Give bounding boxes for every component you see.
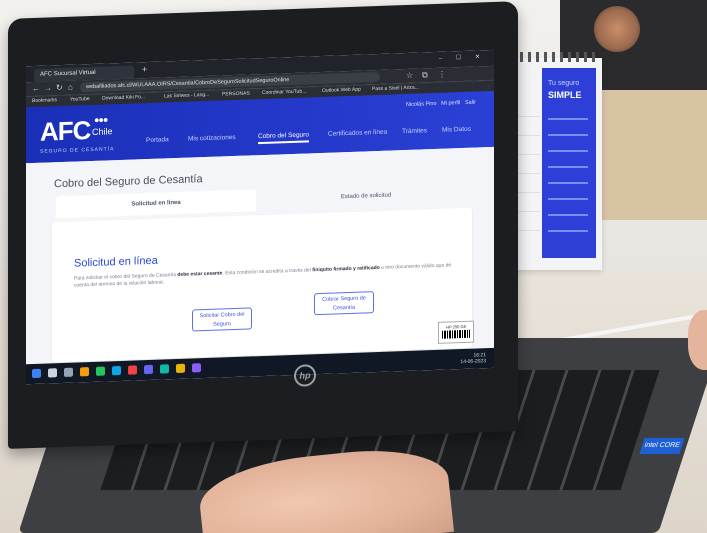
app-icon[interactable] <box>128 365 137 375</box>
edge-icon[interactable] <box>112 365 121 376</box>
new-tab-button[interactable]: + <box>142 64 147 74</box>
photo-scene: Tu seguro SIMPLE intel CORE AFC Sucursal… <box>0 0 707 533</box>
taskbar-date: 14-06-2023 <box>460 358 486 366</box>
laptop-screen: AFC Sucursal Virtual + – ☐ ✕ ← → ↻ ⌂ web… <box>26 49 494 385</box>
start-icon[interactable] <box>32 368 41 379</box>
chrome-icon[interactable] <box>96 366 105 376</box>
main-nav: Portada Mis cotizaciones Cobro del Segur… <box>146 125 486 151</box>
app-icon[interactable] <box>160 364 169 374</box>
home-icon[interactable]: ⌂ <box>68 83 73 92</box>
app-icon[interactable] <box>192 363 201 373</box>
cobrar-seguro-button[interactable]: Cobrar Seguro de Cesantía <box>314 291 374 316</box>
bookmark-item[interactable]: YouTube <box>70 96 90 103</box>
forward-icon[interactable]: → <box>44 83 52 92</box>
bookmark-item[interactable]: Pass a Sisel | Ariza... <box>372 85 419 93</box>
card-text-part: . Esta condición se acredita a través de… <box>222 267 311 277</box>
solicitud-card: Solicitud en línea Para solicitar el cob… <box>52 207 472 363</box>
card-title: Solicitud en línea <box>74 254 158 270</box>
nav-item-portada[interactable]: Portada <box>146 136 169 144</box>
star-icon[interactable]: ☆ <box>406 71 413 80</box>
calendar-heading-big: SIMPLE <box>548 90 582 100</box>
bookmark-item[interactable]: Outlook Web App <box>322 87 361 94</box>
page-content: Cobro del Seguro de Cesantía Solicitud e… <box>26 146 494 374</box>
card-text-bold: finiquito firmado y ratificado <box>312 264 380 274</box>
profile-link[interactable]: Mi perfil <box>441 100 460 107</box>
laptop-lid: AFC Sucursal Virtual + – ☐ ✕ ← → ↻ ⌂ web… <box>8 1 518 449</box>
tab-solicitud-en-linea[interactable]: Solicitud en línea <box>56 189 256 219</box>
logout-link[interactable]: Salir <box>465 100 476 106</box>
search-icon[interactable] <box>48 368 57 378</box>
calendar-heading-small: Tu seguro <box>548 80 580 87</box>
laptop-sticker: HP 250 G8 <box>438 320 474 344</box>
window-controls[interactable]: – ☐ ✕ <box>439 53 486 62</box>
nav-item-tramites[interactable]: Trámites <box>402 127 427 135</box>
flower-decoration <box>594 6 640 52</box>
menu-icon[interactable]: ⋮ <box>438 70 446 79</box>
back-icon[interactable]: ← <box>32 84 40 93</box>
solicitar-cobro-button[interactable]: Solicitar Cobro del Seguro <box>192 307 252 332</box>
calendar-blue-panel: Tu seguro SIMPLE <box>542 68 596 258</box>
app-icon[interactable] <box>144 364 153 375</box>
bookmark-item[interactable]: Download Kiki Fo... <box>102 94 145 102</box>
nav-item-certificados[interactable]: Certificados en línea <box>328 129 387 138</box>
calendar-text-lines <box>548 118 588 238</box>
file-explorer-icon[interactable] <box>80 367 89 377</box>
user-area: Nicolás Pino Mi perfil Salir <box>406 100 476 108</box>
intel-sticker: intel CORE <box>639 438 685 454</box>
nav-item-cotizaciones[interactable]: Mis cotizaciones <box>188 134 236 143</box>
nav-item-cobro-seguro[interactable]: Cobro del Seguro <box>258 131 309 145</box>
bookmark-item[interactable]: Coordinar YouTub... <box>262 88 306 96</box>
nav-item-mis-datos[interactable]: Mis Datos <box>442 126 471 134</box>
bookmark-item[interactable]: Bookmarks <box>32 97 57 104</box>
barcode <box>442 329 470 339</box>
afc-logo[interactable]: AFC <box>40 115 90 148</box>
user-name: Nicolás Pino <box>405 100 437 109</box>
right-hand <box>688 310 707 370</box>
afc-logo-dots: ●●● <box>94 114 108 125</box>
extensions-icon[interactable]: ⧉ <box>422 70 428 80</box>
taskbar-clock[interactable]: 16:21 14-06-2023 <box>460 352 486 365</box>
reload-icon[interactable]: ↻ <box>56 83 63 92</box>
tab-estado-solicitud[interactable]: Estado de solicitud <box>266 182 466 211</box>
bookmark-item[interactable]: Las Siriwes - Lang... <box>164 92 209 100</box>
bookmark-item[interactable]: PERSONAS <box>222 90 250 97</box>
afc-tagline: SEGURO DE CESANTÍA <box>40 146 115 155</box>
card-text-bold: debe estar cesante <box>177 270 223 278</box>
sticker-text: HP 250 G8 <box>446 323 466 330</box>
afc-logo-country: Chile <box>92 126 113 137</box>
hp-logo: hp <box>294 364 316 387</box>
wooden-shelf <box>600 90 707 220</box>
page-title: Cobro del Seguro de Cesantía <box>54 173 203 191</box>
task-view-icon[interactable] <box>64 367 73 377</box>
app-icon[interactable] <box>176 363 185 374</box>
